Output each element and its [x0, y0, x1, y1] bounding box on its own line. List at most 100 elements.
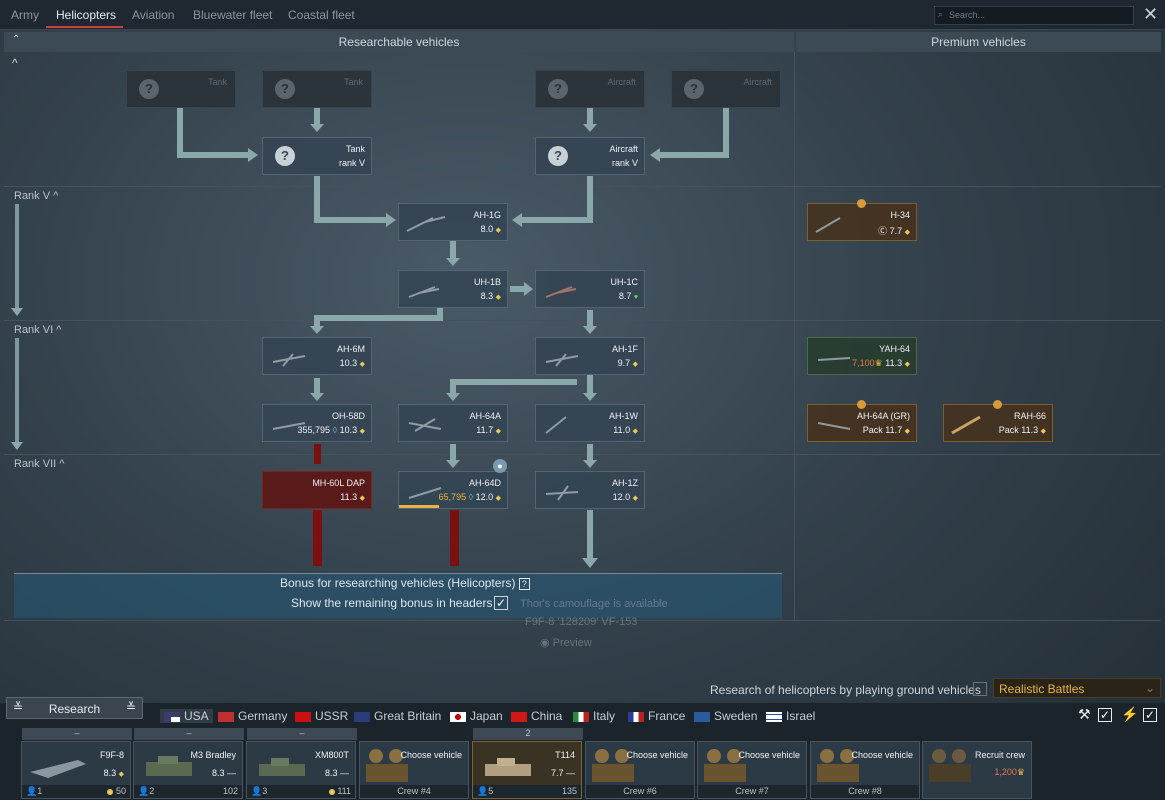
slot-vehicle-name: M3 Bradley — [190, 750, 236, 760]
locked-connector — [314, 444, 321, 464]
battle-rating: 8.0 ◆ — [480, 224, 501, 234]
nation-israel[interactable]: Israel — [766, 709, 815, 723]
golden-eagle-price: 7,100 — [852, 358, 875, 368]
help-icon[interactable]: ? — [518, 578, 530, 590]
research-points: 65,795 — [438, 492, 467, 502]
slot-br: 8.3 — — [211, 768, 236, 778]
flag-china-icon — [511, 711, 527, 722]
crew-slot-empty[interactable]: Choose vehicle Crew #8 — [810, 741, 920, 799]
unknown-icon: ? — [548, 146, 568, 166]
battle-rating: 8.7 ♥ — [618, 291, 638, 301]
prereq-type: Tank — [343, 77, 363, 87]
recruit-crew-label: Recruit crew — [974, 750, 1025, 760]
unknown-icon: ? — [139, 79, 159, 99]
vehicle-card-ah1z[interactable]: AH-1Z 12.0 ◆ — [535, 471, 645, 509]
prereq-aircraft-card[interactable]: ? Aircraft — [671, 70, 781, 108]
battle-rating: 65,795 ◊ 12.0 ◆ — [438, 492, 501, 502]
helicopter-icon — [408, 286, 440, 298]
vehicle-card-oh58d[interactable]: OH-58D 355,795 ◊ 10.3 ◆ — [262, 404, 372, 442]
arrow-head — [582, 558, 598, 568]
arrow-head — [583, 326, 597, 334]
nation-china[interactable]: China — [511, 709, 562, 723]
research-points: 355,795 — [297, 425, 331, 435]
helicopter-icon — [545, 286, 577, 298]
chevron-down-icon: ⌄ — [1144, 681, 1155, 695]
vehicle-card-ah6m[interactable]: AH-6M 10.3 ◆ — [262, 337, 372, 375]
crew-slot-empty[interactable]: Choose vehicle Crew #7 — [697, 741, 807, 799]
premium-card-yah64[interactable]: YAH-64 7,100♛ 11.3 ◆ — [807, 337, 917, 375]
battle-rating: Pack 11.7 ◆ — [862, 425, 910, 435]
premium-card-rah66[interactable]: RAH-66 Pack 11.3 ◆ — [943, 404, 1053, 442]
prereq-type: Aircraft — [607, 77, 636, 87]
preview-link[interactable]: ◉ Preview — [540, 636, 592, 649]
repair-icon[interactable]: ⚡ — [1121, 706, 1138, 723]
slot-vehicle-name: F9F-8 — [99, 750, 124, 760]
prereq-aircraft-rank-card[interactable]: ? Aircraft rank V — [535, 137, 645, 175]
crew-slot-empty[interactable]: Choose vehicle Crew #4 — [359, 741, 469, 799]
nation-sweden[interactable]: Sweden — [694, 709, 757, 723]
unknown-icon: ? — [684, 79, 704, 99]
connector-line — [520, 176, 593, 223]
vehicle-card-uh1c[interactable]: UH-1C 8.7 ♥ — [535, 270, 645, 308]
nation-great-britain[interactable]: Great Britain — [354, 709, 441, 723]
vehicle-card-ah1g[interactable]: AH-1G 8.0 ◆ — [398, 203, 508, 241]
arrow-head — [11, 308, 23, 316]
prereq-type: Tank — [207, 77, 227, 87]
crew-slot[interactable]: – XM800T 8.3 — 👤3 111 — [246, 728, 357, 799]
prereq-title: Aircraft — [609, 144, 638, 154]
arrow-head — [11, 442, 23, 450]
research-button[interactable]: ≚ Research ≚ — [6, 697, 143, 719]
crew-checkbox[interactable]: ✓ — [1098, 708, 1112, 722]
research-ground-checkbox[interactable] — [973, 682, 987, 696]
repair-checkbox[interactable]: ✓ — [1143, 708, 1157, 722]
nation-japan[interactable]: Japan — [450, 709, 503, 723]
connector-line — [314, 308, 443, 328]
helicopter-icon — [272, 353, 306, 367]
nation-france[interactable]: France — [628, 709, 685, 723]
vehicle-card-ah64a[interactable]: AH-64A 11.7 ◆ — [398, 404, 508, 442]
crew-slot[interactable]: – M3 Bradley 8.3 — 👤2 102 — [133, 728, 244, 799]
nation-germany[interactable]: Germany — [218, 709, 287, 723]
vehicle-card-mh60l-dap[interactable]: MH-60L DAP 11.3 ◆ — [262, 471, 372, 509]
prereq-tank-rank-card[interactable]: ? Tank rank V — [262, 137, 372, 175]
crew-slot[interactable]: – F9F-8 8.3 ◆ 👤1 50 — [21, 728, 132, 799]
premium-card-h34[interactable]: H-34 Ⓒ 7.7 ◆ — [807, 203, 917, 241]
game-mode-select[interactable]: Realistic Battles ⌄ — [993, 678, 1161, 698]
prereq-tank-card[interactable]: ? Tank — [262, 70, 372, 108]
vehicle-card-ah1f[interactable]: AH-1F 9.7 ◆ — [535, 337, 645, 375]
wrench-icon[interactable]: ⚒ — [1078, 706, 1091, 723]
vehicle-name: AH-64A — [469, 411, 501, 421]
nation-usa[interactable]: USA — [160, 709, 213, 723]
recruit-cost: 1,200♛ — [994, 767, 1025, 777]
premium-card-ah64a-gr[interactable]: AH-64A (GR) Pack 11.7 ◆ — [807, 404, 917, 442]
recruit-crew-slot[interactable]: Recruit crew 1,200♛ — [922, 741, 1032, 799]
arrow-head — [524, 282, 533, 296]
tank-icon — [485, 758, 531, 776]
unknown-icon: ? — [275, 79, 295, 99]
helicopter-icon — [951, 415, 981, 435]
nation-ussr[interactable]: USSR — [295, 709, 348, 723]
helicopter-icon — [545, 353, 579, 367]
prereq-tank-card[interactable]: ? Tank — [126, 70, 236, 108]
vehicle-name: H-34 — [890, 210, 910, 220]
flag-italy-icon — [573, 711, 589, 722]
arrow-head — [386, 213, 396, 227]
chevron-double-icon: ≚ — [13, 700, 24, 714]
vehicle-card-ah1w[interactable]: AH-1W 11.0 ◆ — [535, 404, 645, 442]
helicopter-icon — [545, 485, 579, 501]
crew-slot-empty[interactable]: Choose vehicle Crew #6 — [585, 741, 695, 799]
connector-line — [314, 176, 388, 223]
crew-number: Crew #4 — [360, 785, 468, 798]
vehicle-card-ah64d[interactable]: AH-64D 65,795 ◊ 12.0 ◆ — [398, 471, 508, 509]
flag-ussr-icon — [295, 711, 311, 722]
show-remaining-checkbox[interactable]: ✓ — [494, 596, 508, 610]
nation-italy[interactable]: Italy — [573, 709, 615, 723]
vehicle-card-uh1b[interactable]: UH-1B 8.3 ◆ — [398, 270, 508, 308]
battle-rating: 11.0 ◆ — [613, 425, 638, 435]
crew-slot-selected[interactable]: 2 T114 7.7 — 👤5 135 — [472, 728, 583, 799]
prereq-aircraft-card[interactable]: ? Aircraft — [535, 70, 645, 108]
premium-badge-icon — [857, 199, 866, 208]
choose-vehicle-label: Choose vehicle — [626, 750, 688, 760]
battle-rating: 9.7 ◆ — [617, 358, 638, 368]
crew-number: Crew #7 — [698, 785, 806, 798]
